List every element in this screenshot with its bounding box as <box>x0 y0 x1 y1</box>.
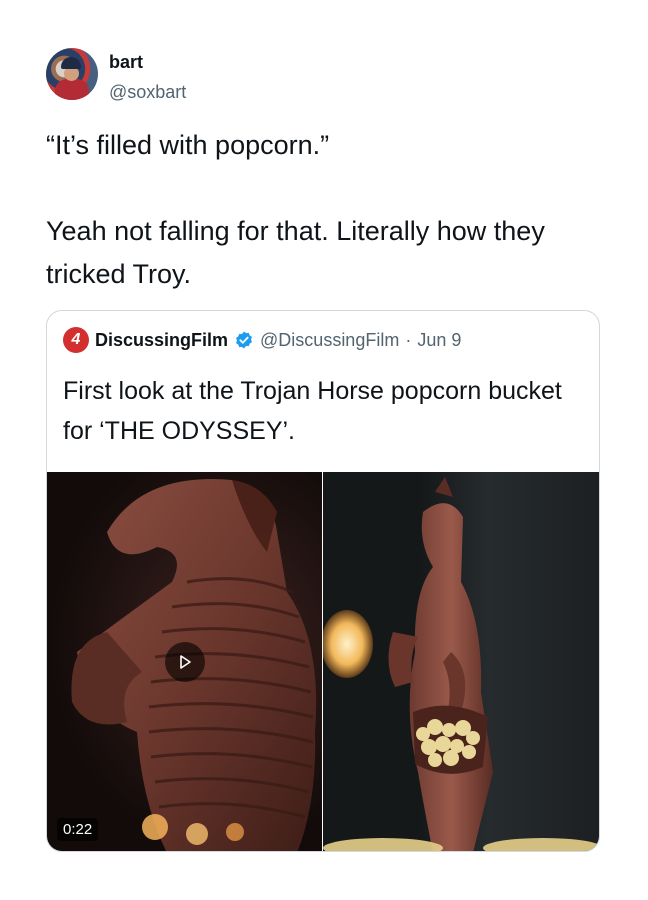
play-button[interactable] <box>165 642 205 682</box>
quoted-tweet-header: 4 DiscussingFilm @DiscussingFilm · Jun 9 <box>63 327 461 353</box>
quoted-author-name[interactable]: DiscussingFilm <box>95 330 228 351</box>
quoted-date[interactable]: Jun 9 <box>417 330 461 351</box>
avatar[interactable] <box>46 48 98 100</box>
author-name[interactable]: bart <box>109 52 143 73</box>
tweet-header: bart @soxbart <box>46 48 566 104</box>
tweet-text: “It’s filled with popcorn.” Yeah not fal… <box>46 130 545 289</box>
quoted-author-handle[interactable]: @DiscussingFilm <box>260 330 399 351</box>
quoted-avatar[interactable]: 4 <box>63 327 89 353</box>
media-grid[interactable]: 0:22 <box>47 472 599 851</box>
verified-badge-icon <box>234 330 254 350</box>
video-thumbnail[interactable]: 0:22 <box>47 472 322 851</box>
video-duration: 0:22 <box>57 818 99 841</box>
quoted-tweet[interactable]: 4 DiscussingFilm @DiscussingFilm · Jun 9… <box>46 310 600 852</box>
horse-bucket-image <box>322 477 599 851</box>
author-handle[interactable]: @soxbart <box>109 82 186 103</box>
separator-dot: · <box>405 329 412 350</box>
quoted-tweet-text: First look at the Trojan Horse popcorn b… <box>63 377 562 445</box>
media-image[interactable] <box>322 472 599 851</box>
quoted-avatar-logo-text: 4 <box>71 331 81 348</box>
play-icon <box>180 655 191 669</box>
